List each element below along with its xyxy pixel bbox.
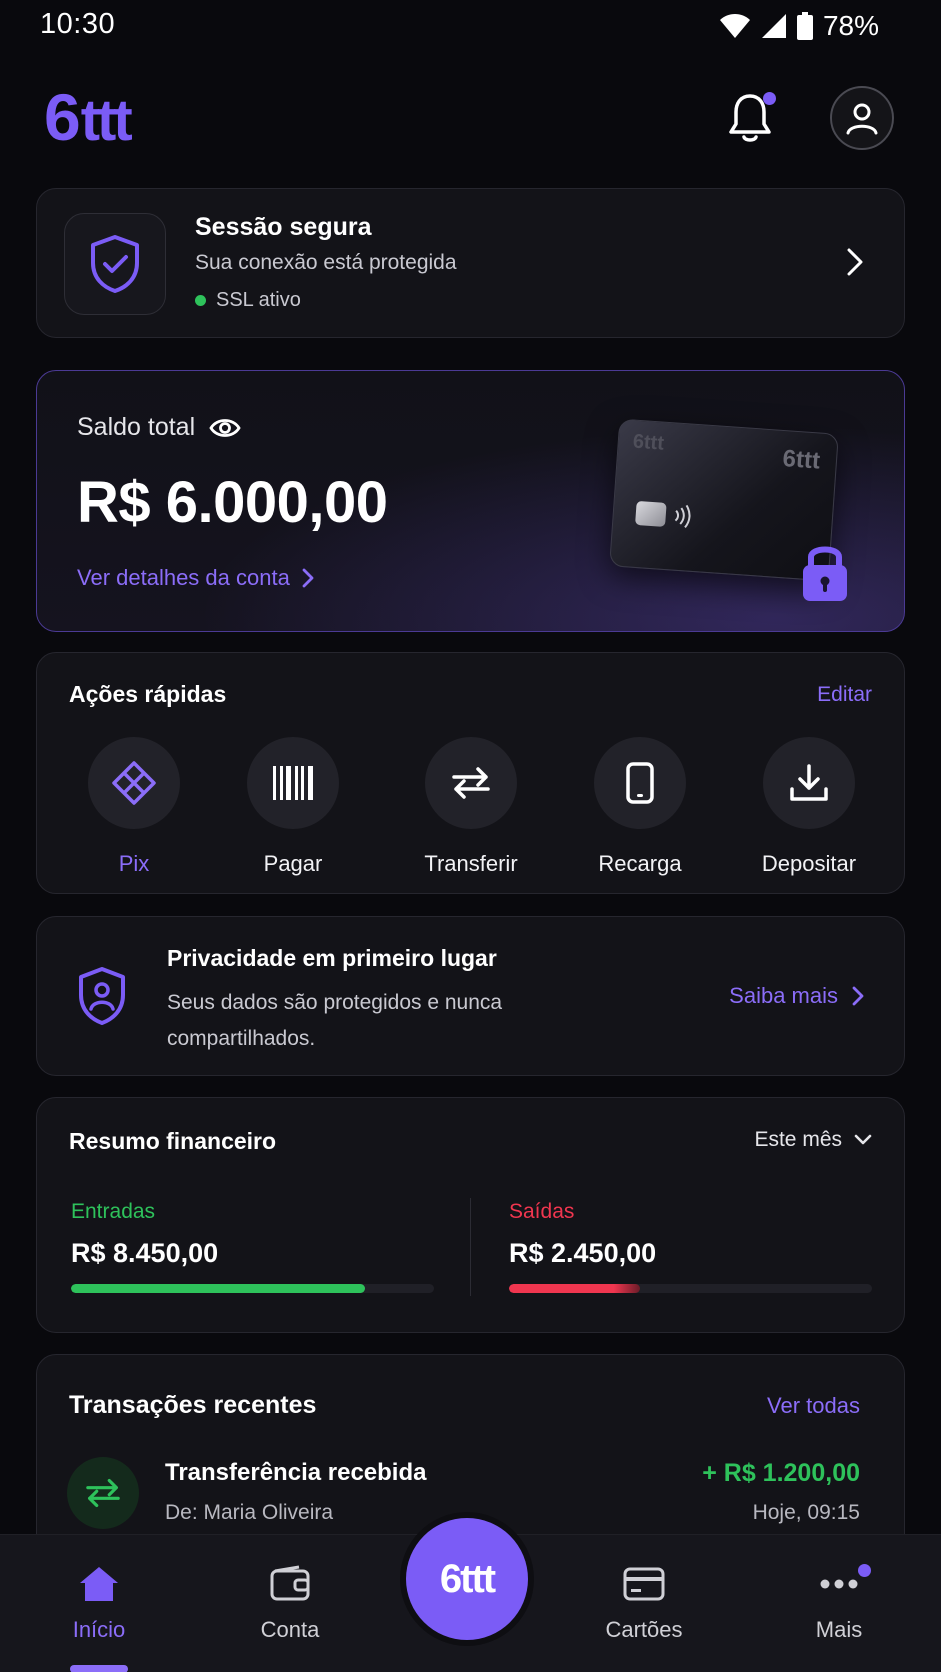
expense-label: Saídas bbox=[509, 1200, 575, 1223]
learn-more-label: Saiba mais bbox=[729, 983, 838, 1008]
status-time: 10:30 bbox=[40, 8, 116, 40]
transfer-button[interactable] bbox=[425, 737, 517, 829]
edit-quick-actions-button[interactable]: Editar bbox=[817, 683, 872, 707]
quick-actions-title: Ações rápidas bbox=[69, 681, 227, 707]
ssl-status-label: SSL ativo bbox=[216, 289, 301, 311]
nav-item-inicio[interactable]: Início bbox=[24, 1565, 174, 1643]
learn-more-link[interactable]: Saiba mais bbox=[729, 983, 864, 1009]
notification-dot bbox=[763, 92, 776, 105]
privacy-card: Privacidade em primeiro lugar Seus dados… bbox=[36, 916, 905, 1076]
balance-value: R$ 6.000,00 bbox=[77, 470, 388, 535]
pix-icon bbox=[110, 759, 158, 807]
wallet-icon bbox=[269, 1565, 311, 1603]
wifi-icon bbox=[719, 13, 751, 39]
income-value: R$ 8.450,00 bbox=[71, 1238, 219, 1268]
eye-icon[interactable] bbox=[209, 417, 241, 439]
chevron-right-icon bbox=[846, 247, 864, 277]
status-icons: 78% bbox=[719, 10, 879, 42]
expense-bar-fill bbox=[509, 1284, 640, 1293]
pay-button[interactable] bbox=[247, 737, 339, 829]
app-logo: 6ttt bbox=[44, 80, 133, 154]
more-icon bbox=[818, 1565, 860, 1603]
barcode-icon bbox=[271, 764, 315, 802]
nav-label: Cartões bbox=[605, 1617, 683, 1642]
period-label: Este mês bbox=[754, 1128, 842, 1151]
transactions-title: Transações recentes bbox=[69, 1391, 317, 1419]
chevron-right-icon bbox=[302, 568, 314, 588]
user-icon bbox=[844, 100, 880, 136]
status-dot bbox=[195, 295, 206, 306]
signal-icon bbox=[761, 13, 787, 39]
quick-action-label: Pagar bbox=[263, 851, 323, 876]
shield-user-icon bbox=[75, 965, 129, 1027]
session-title: Sessão segura bbox=[195, 213, 372, 241]
see-all-button[interactable]: Ver todas bbox=[767, 1393, 860, 1419]
income-label: Entradas bbox=[71, 1200, 156, 1223]
chevron-down-icon bbox=[854, 1134, 872, 1146]
transfer-received-icon bbox=[67, 1457, 139, 1529]
phone-icon bbox=[625, 761, 655, 805]
balance-label: Saldo total bbox=[77, 413, 196, 441]
quick-action-label: Pix bbox=[118, 851, 150, 876]
more-notification-dot bbox=[858, 1564, 871, 1577]
balance-card: Saldo total R$ 6.000,00 Ver detalhes da … bbox=[36, 370, 905, 632]
secure-session-card[interactable]: Sessão segura Sua conexão está protegida… bbox=[36, 188, 905, 338]
home-icon bbox=[78, 1565, 120, 1603]
quick-action-recarga[interactable]: Recarga bbox=[570, 737, 710, 877]
nav-label: Mais bbox=[815, 1617, 863, 1642]
nav-label: Conta bbox=[260, 1617, 320, 1642]
quick-action-label: Recarga bbox=[598, 851, 682, 876]
card-logo: 6ttt bbox=[781, 445, 821, 475]
transfer-icon bbox=[450, 764, 492, 802]
profile-button[interactable] bbox=[830, 86, 894, 150]
session-icon-box bbox=[64, 213, 166, 315]
account-details-link[interactable]: Ver detalhes da conta bbox=[77, 565, 314, 591]
recharge-button[interactable] bbox=[594, 737, 686, 829]
balance-label-row: Saldo total bbox=[77, 413, 241, 442]
card-icon bbox=[622, 1565, 666, 1603]
quick-action-label: Transferir bbox=[424, 851, 518, 876]
chevron-right-icon bbox=[852, 986, 864, 1006]
privacy-text: Seus dados são protegidos e nunca compar… bbox=[167, 991, 503, 1050]
session-subtitle: Sua conexão está protegida bbox=[195, 251, 457, 274]
battery-icon bbox=[796, 12, 813, 40]
expense-value: R$ 2.450,00 bbox=[509, 1238, 657, 1268]
summary-title: Resumo financeiro bbox=[69, 1128, 277, 1154]
transaction-time: Hoje, 09:15 bbox=[752, 1501, 860, 1524]
notifications-button[interactable] bbox=[722, 90, 778, 146]
card-logo-small: 6ttt bbox=[632, 430, 665, 455]
download-icon bbox=[788, 763, 830, 803]
chip-icon bbox=[635, 500, 667, 527]
summary-divider bbox=[470, 1198, 471, 1296]
expense-bar bbox=[509, 1284, 872, 1293]
nav-label: Início bbox=[72, 1617, 126, 1642]
quick-action-transferir[interactable]: Transferir bbox=[401, 737, 541, 877]
quick-action-depositar[interactable]: Depositar bbox=[739, 737, 879, 877]
ssl-status: SSL ativo bbox=[195, 289, 301, 312]
pix-button[interactable] bbox=[88, 737, 180, 829]
deposit-button[interactable] bbox=[763, 737, 855, 829]
transaction-from: De: Maria Oliveira bbox=[165, 1501, 334, 1524]
active-tab-indicator bbox=[70, 1665, 128, 1672]
financial-summary-card: Resumo financeiro Este mês Entradas R$ 8… bbox=[36, 1097, 905, 1333]
quick-action-pix[interactable]: Pix bbox=[64, 737, 204, 877]
quick-action-label: Depositar bbox=[761, 851, 857, 876]
battery-percent: 78% bbox=[822, 10, 879, 41]
income-bar bbox=[71, 1284, 434, 1293]
contactless-icon bbox=[671, 503, 693, 528]
nav-item-cartoes[interactable]: Cartões bbox=[569, 1565, 719, 1643]
transaction-amount: + R$ 1.200,00 bbox=[702, 1459, 860, 1487]
lock-icon bbox=[799, 539, 851, 603]
transaction-name[interactable]: Transferência recebida bbox=[165, 1459, 426, 1487]
quick-actions-card: Ações rápidas Editar Pix Pagar Transferi… bbox=[36, 652, 905, 894]
period-select[interactable]: Este mês bbox=[754, 1128, 872, 1152]
privacy-title: Privacidade em primeiro lugar bbox=[167, 945, 497, 971]
nav-item-conta[interactable]: Conta bbox=[215, 1565, 365, 1643]
nav-item-mais[interactable]: Mais bbox=[764, 1565, 914, 1643]
account-details-label: Ver detalhes da conta bbox=[77, 565, 290, 590]
quick-action-pagar[interactable]: Pagar bbox=[223, 737, 363, 877]
income-bar-fill bbox=[71, 1284, 366, 1293]
shield-check-icon bbox=[87, 233, 143, 295]
center-home-button[interactable]: 6ttt bbox=[406, 1518, 528, 1640]
